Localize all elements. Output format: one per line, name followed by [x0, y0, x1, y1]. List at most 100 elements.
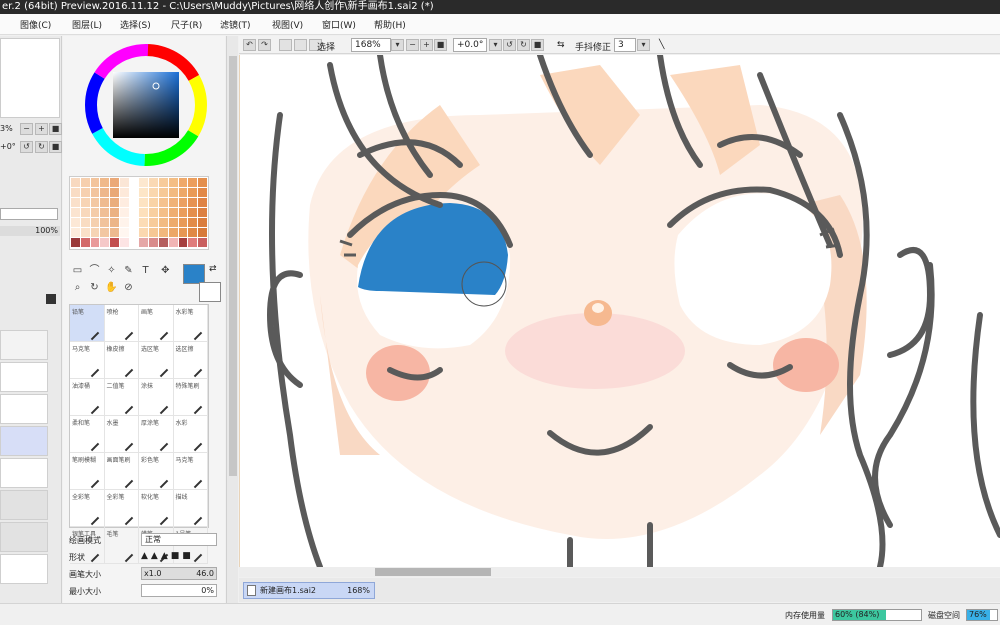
- opacity-slider[interactable]: 100%: [0, 226, 60, 236]
- title-bar: er.2 (64bit) Preview.2016.11.12 - C:\Use…: [0, 0, 1000, 14]
- rotate-reset-button[interactable]: ■: [49, 141, 62, 153]
- rotate-left-button[interactable]: ↺: [20, 141, 33, 153]
- menu-window[interactable]: 窗口(W): [322, 18, 356, 31]
- invert-button[interactable]: [294, 39, 307, 51]
- zoom-out-icon[interactable]: −: [406, 39, 419, 51]
- brush-slot[interactable]: 彩色笔: [139, 453, 174, 490]
- brush-slot[interactable]: 全彩笔: [70, 490, 105, 527]
- stabilizer-dropdown-icon[interactable]: ▾: [637, 39, 650, 51]
- layer-row[interactable]: [0, 362, 48, 392]
- brush-slot[interactable]: 笔刷模糊: [70, 453, 105, 490]
- rotate-cw-icon[interactable]: ↻: [517, 39, 530, 51]
- brush-slot[interactable]: 马克笔: [173, 453, 208, 490]
- rotate-ccw-icon[interactable]: ↺: [503, 39, 516, 51]
- layer-row[interactable]: [0, 554, 48, 584]
- canvas-horizontal-scrollbar[interactable]: [239, 567, 1000, 577]
- brush-slot[interactable]: 厚涂笔: [139, 416, 174, 453]
- document-tabs: 新建画布1.sai2 168%: [239, 578, 1000, 602]
- document-tab[interactable]: 新建画布1.sai2 168%: [243, 582, 375, 599]
- zoom-in-icon[interactable]: +: [420, 39, 433, 51]
- brush-slot[interactable]: 喷枪: [104, 305, 139, 342]
- brush-slot[interactable]: 柔和笔: [70, 416, 105, 453]
- menu-select[interactable]: 选择(S): [120, 18, 151, 31]
- brush-slot[interactable]: 画面笔刷: [104, 453, 139, 490]
- selection-checkbox-label[interactable]: 选择: [317, 40, 335, 53]
- layer-row[interactable]: [0, 490, 48, 520]
- secondary-color-swatch[interactable]: [199, 282, 221, 302]
- brush-slot[interactable]: 选区笔: [139, 342, 174, 379]
- hand-icon[interactable]: ✋: [103, 279, 120, 296]
- brush-slot[interactable]: 软化笔: [139, 490, 174, 527]
- min-size-slider[interactable]: 0%: [141, 584, 217, 597]
- primary-color-swatch[interactable]: [183, 264, 205, 284]
- zoom-out-button[interactable]: −: [20, 123, 33, 135]
- menu-help[interactable]: 帮助(H): [374, 18, 406, 31]
- stabilizer-field[interactable]: 3: [614, 38, 636, 52]
- brush-slot-label: 全彩笔: [106, 494, 125, 501]
- shape-presets[interactable]: ▲▲▲■■: [141, 551, 194, 561]
- zoom-icon[interactable]: ⌕: [69, 279, 86, 296]
- menu-filter[interactable]: 滤镜(T): [220, 18, 251, 31]
- brush-slot[interactable]: 水彩: [173, 416, 208, 453]
- menu-ruler[interactable]: 尺子(R): [171, 18, 202, 31]
- brush-slot[interactable]: 特殊笔刷: [173, 379, 208, 416]
- menu-layer[interactable]: 图层(L): [72, 18, 102, 31]
- zoom-in-button[interactable]: +: [35, 123, 48, 135]
- layer-row[interactable]: [0, 458, 48, 488]
- text-icon[interactable]: T: [137, 262, 154, 279]
- canvas-toolbar: ↶ ↷ 选择 168% ▾ − + ■ +0.0° ▾ ↺ ↻ ■ ⇆ 手抖修正…: [239, 36, 1000, 54]
- rotation-field[interactable]: +0.0°: [453, 38, 487, 52]
- brush-slot[interactable]: 油漆桶: [70, 379, 105, 416]
- swap-colors-icon[interactable]: ⇄: [209, 264, 217, 274]
- brush-slot[interactable]: 涂抹: [139, 379, 174, 416]
- layer-row[interactable]: [0, 522, 48, 552]
- brush-size-slider[interactable]: x1.0 46.0: [141, 567, 217, 580]
- pen-pressure-icon[interactable]: ╲: [659, 40, 664, 50]
- menu-view[interactable]: 视图(V): [272, 18, 303, 31]
- zoom-reset-icon[interactable]: ■: [434, 39, 447, 51]
- brush-slot[interactable]: 全彩笔: [104, 490, 139, 527]
- deselect-button[interactable]: [279, 39, 292, 51]
- brush-slot[interactable]: 描线: [173, 490, 208, 527]
- layer-row[interactable]: [0, 394, 48, 424]
- rotate-reset-icon[interactable]: ■: [531, 39, 544, 51]
- layer-lock-icon[interactable]: [46, 294, 56, 304]
- brush-slot[interactable]: 水墨: [104, 416, 139, 453]
- eyedropper-icon[interactable]: ✎: [120, 262, 137, 279]
- zoom-reset-button[interactable]: ■: [49, 123, 62, 135]
- blend-mode-dropdown[interactable]: 正常: [141, 533, 217, 546]
- tool-panel-scrollbar[interactable]: [226, 36, 238, 606]
- rotate-icon[interactable]: ↻: [86, 279, 103, 296]
- lasso-icon[interactable]: ⌒: [86, 262, 103, 279]
- layer-row[interactable]: [0, 330, 48, 360]
- brush-slot[interactable]: 马克笔: [70, 342, 105, 379]
- zoom-field[interactable]: 168%: [351, 38, 391, 52]
- brush-slot-label: 柔和笔: [72, 420, 91, 427]
- layer-row-selected[interactable]: [0, 426, 48, 456]
- swatch-palette[interactable]: [69, 176, 209, 250]
- brush-slot[interactable]: 二值笔: [104, 379, 139, 416]
- move-icon[interactable]: ✥: [157, 262, 174, 279]
- blend-mode-select[interactable]: [0, 208, 58, 220]
- drawing-canvas[interactable]: [239, 55, 1000, 567]
- brush-slot[interactable]: 画笔: [139, 305, 174, 342]
- magic-wand-icon[interactable]: ✧: [103, 262, 120, 279]
- rotate-right-button[interactable]: ↻: [35, 141, 48, 153]
- tool-icon-row: ▭ ⌒ ✧ ✎ T ✥ ⌕ ↻ ✋ ⊘: [69, 262, 179, 302]
- eyedropper-alt-icon[interactable]: ⊘: [120, 279, 137, 296]
- redo-icon[interactable]: ↷: [258, 39, 271, 51]
- rotation-dropdown-icon[interactable]: ▾: [489, 39, 502, 51]
- brush-slot[interactable]: 水彩笔: [173, 305, 208, 342]
- menu-image[interactable]: 图像(C): [20, 18, 51, 31]
- zoom-dropdown-icon[interactable]: ▾: [391, 39, 404, 51]
- undo-icon[interactable]: ↶: [243, 39, 256, 51]
- brush-pen-icon: [159, 442, 168, 452]
- brush-slot[interactable]: 橡皮擦: [104, 342, 139, 379]
- flip-horizontal-icon[interactable]: ⇆: [557, 40, 565, 50]
- document-tab-name: 新建画布1.sai2: [260, 586, 317, 595]
- select-rect-icon[interactable]: ▭: [69, 262, 86, 279]
- brush-slot[interactable]: 选区擦: [173, 342, 208, 379]
- layer-panel: 3% − + ■ +0° ↺ ↻ ■ 100%: [0, 36, 62, 606]
- brush-slot[interactable]: 铅笔: [70, 305, 105, 342]
- color-wheel[interactable]: [83, 42, 209, 168]
